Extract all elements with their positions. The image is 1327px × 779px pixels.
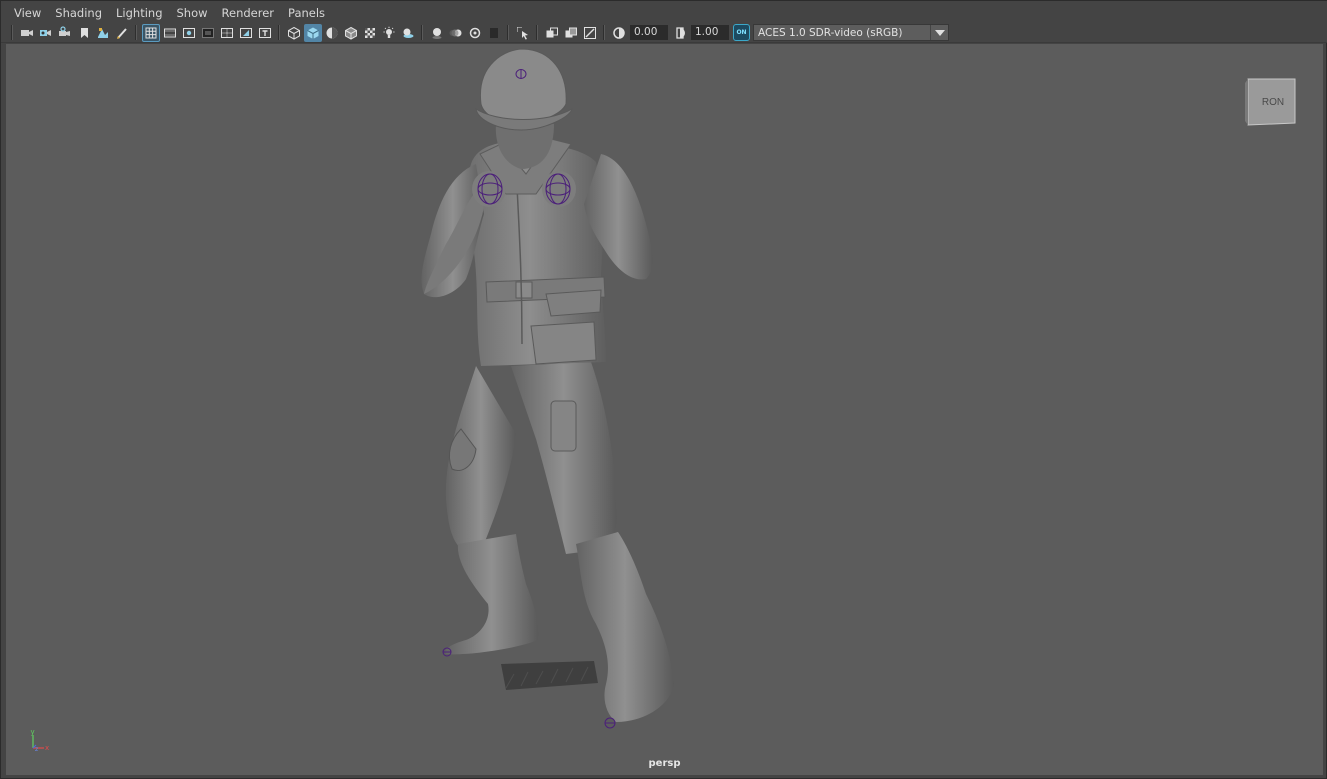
image-plane-icon[interactable]	[94, 24, 112, 42]
use-all-lights-icon[interactable]	[380, 24, 398, 42]
film-gate-icon[interactable]	[161, 24, 179, 42]
smooth-shade-icon[interactable]	[303, 23, 322, 42]
wireframe-icon[interactable]	[285, 24, 303, 42]
toolbar-separator	[11, 25, 13, 40]
xray-joints-icon[interactable]	[581, 24, 599, 42]
camera-name-label: persp	[648, 758, 681, 769]
view-cube[interactable]: RON	[1243, 77, 1299, 129]
grid-icon[interactable]	[141, 23, 160, 42]
menu-shading[interactable]: Shading	[48, 1, 109, 23]
exposure-icon[interactable]	[610, 24, 628, 42]
field-chart-icon[interactable]	[218, 24, 236, 42]
grease-pencil-icon[interactable]	[113, 24, 131, 42]
chevron-down-icon	[930, 25, 948, 40]
motion-blur-icon[interactable]	[447, 24, 465, 42]
color-space-value: ACES 1.0 SDR-video (sRGB)	[758, 26, 903, 39]
exposure-field[interactable]: 0.00	[630, 25, 668, 40]
menu-renderer[interactable]: Renderer	[215, 1, 282, 23]
select-camera-icon[interactable]	[18, 24, 36, 42]
default-material-icon[interactable]	[323, 24, 341, 42]
color-space-dropdown[interactable]: ACES 1.0 SDR-video (sRGB)	[753, 24, 949, 41]
toolbar-separator	[536, 25, 538, 40]
menu-panels[interactable]: Panels	[281, 1, 332, 23]
bookmark-flag-icon[interactable]	[75, 24, 93, 42]
3d-viewport[interactable]: RON y x z persp	[6, 44, 1323, 775]
toolbar-separator	[135, 25, 137, 40]
wireframe-on-shaded-icon[interactable]	[342, 24, 360, 42]
camera-attributes-icon[interactable]	[37, 24, 55, 42]
toolbar-separator	[603, 25, 605, 40]
shadows-icon[interactable]	[399, 24, 417, 42]
menu-lighting[interactable]: Lighting	[109, 1, 169, 23]
bookmark-icon[interactable]	[56, 24, 74, 42]
depth-of-field-icon[interactable]	[485, 24, 503, 42]
panel-menu-bar: View Shading Lighting Show Renderer Pane…	[1, 1, 1327, 23]
xray-icon[interactable]	[543, 24, 561, 42]
view-cube-label: RON	[1262, 97, 1284, 108]
maya-model-panel: View Shading Lighting Show Renderer Pane…	[0, 0, 1327, 779]
axis-x-label: x	[45, 744, 49, 752]
resolution-gate-icon[interactable]	[180, 24, 198, 42]
color-management-badge-label: ON	[736, 29, 747, 36]
menu-show[interactable]: Show	[170, 1, 215, 23]
safe-action-icon[interactable]	[237, 24, 255, 42]
textured-icon[interactable]	[361, 24, 379, 42]
axis-z-label: z	[35, 746, 38, 753]
gamma-icon[interactable]	[671, 24, 689, 42]
toolbar-separator	[421, 25, 423, 40]
menu-view[interactable]: View	[7, 1, 48, 23]
isolate-select-icon[interactable]	[514, 24, 532, 42]
gate-mask-icon[interactable]	[199, 24, 217, 42]
color-management-toggle[interactable]: ON	[733, 24, 750, 41]
multisample-aa-icon[interactable]	[466, 24, 484, 42]
screen-space-ao-icon[interactable]	[428, 24, 446, 42]
soldier-model[interactable]	[6, 44, 1323, 775]
xray-active-icon[interactable]	[562, 24, 580, 42]
axis-y-label: y	[31, 728, 35, 736]
toolbar-separator	[507, 25, 509, 40]
axis-orientation-gizmo: y x z	[28, 728, 54, 754]
toolbar-separator	[278, 25, 280, 40]
gamma-field[interactable]: 1.00	[691, 25, 729, 40]
safe-title-icon[interactable]	[256, 24, 274, 42]
panel-toolbar: 0.00 1.00 ON ACES 1.0 SDR-video (sRGB)	[1, 23, 1327, 43]
